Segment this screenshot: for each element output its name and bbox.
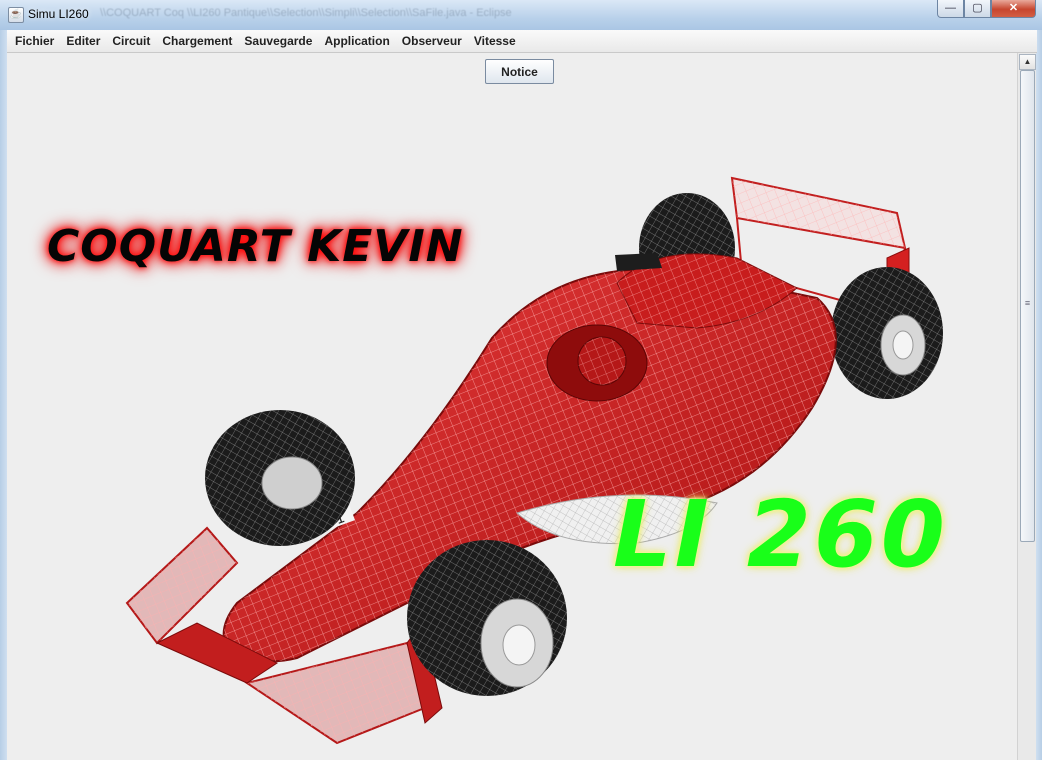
app-window: ☕ Simu LI260 \\COQUART Coq \\LI260 Panti… xyxy=(0,0,1042,760)
scrollbar-grip-icon: ≡ xyxy=(1024,298,1031,308)
java-app-icon: ☕ xyxy=(8,7,24,23)
menu-chargement[interactable]: Chargement xyxy=(156,30,238,52)
course-title-logo: LI 260 xyxy=(613,481,948,588)
vertical-scrollbar[interactable]: ▲ ≡ xyxy=(1017,53,1036,760)
menu-circuit[interactable]: Circuit xyxy=(106,30,156,52)
rear-left-wheel xyxy=(831,267,943,399)
minimize-button[interactable]: — xyxy=(937,0,964,18)
window-frame-right xyxy=(1036,30,1042,760)
front-left-wheel xyxy=(205,410,355,546)
scrollbar-thumb[interactable]: ≡ xyxy=(1020,70,1035,542)
notice-button[interactable]: Notice xyxy=(485,59,554,84)
scroll-up-arrow-icon[interactable]: ▲ xyxy=(1019,54,1036,70)
menu-bar: Fichier Editer Circuit Chargement Sauveg… xyxy=(7,30,1037,53)
main-panel: Notice COQUART KEVIN 1 LI 260 xyxy=(7,53,1017,760)
menu-editer[interactable]: Editer xyxy=(60,30,106,52)
menu-sauvegarde[interactable]: Sauvegarde xyxy=(238,30,318,52)
close-button[interactable]: ✕ xyxy=(991,0,1036,18)
window-controls: — ▢ ✕ xyxy=(937,0,1036,20)
front-right-wheel xyxy=(407,540,567,696)
menu-observeur[interactable]: Observeur xyxy=(396,30,468,52)
title-background-text: \\COQUART Coq \\LI260 Pantique\\Selectio… xyxy=(100,7,512,19)
title-bar[interactable]: ☕ Simu LI260 \\COQUART Coq \\LI260 Panti… xyxy=(0,0,1042,31)
menu-fichier[interactable]: Fichier xyxy=(9,30,60,52)
window-title: Simu LI260 xyxy=(28,7,89,21)
car-illustration: 1 xyxy=(125,176,943,745)
menu-vitesse[interactable]: Vitesse xyxy=(468,30,522,52)
maximize-button[interactable]: ▢ xyxy=(964,0,991,18)
menu-application[interactable]: Application xyxy=(318,30,395,52)
window-frame-left xyxy=(0,30,7,760)
